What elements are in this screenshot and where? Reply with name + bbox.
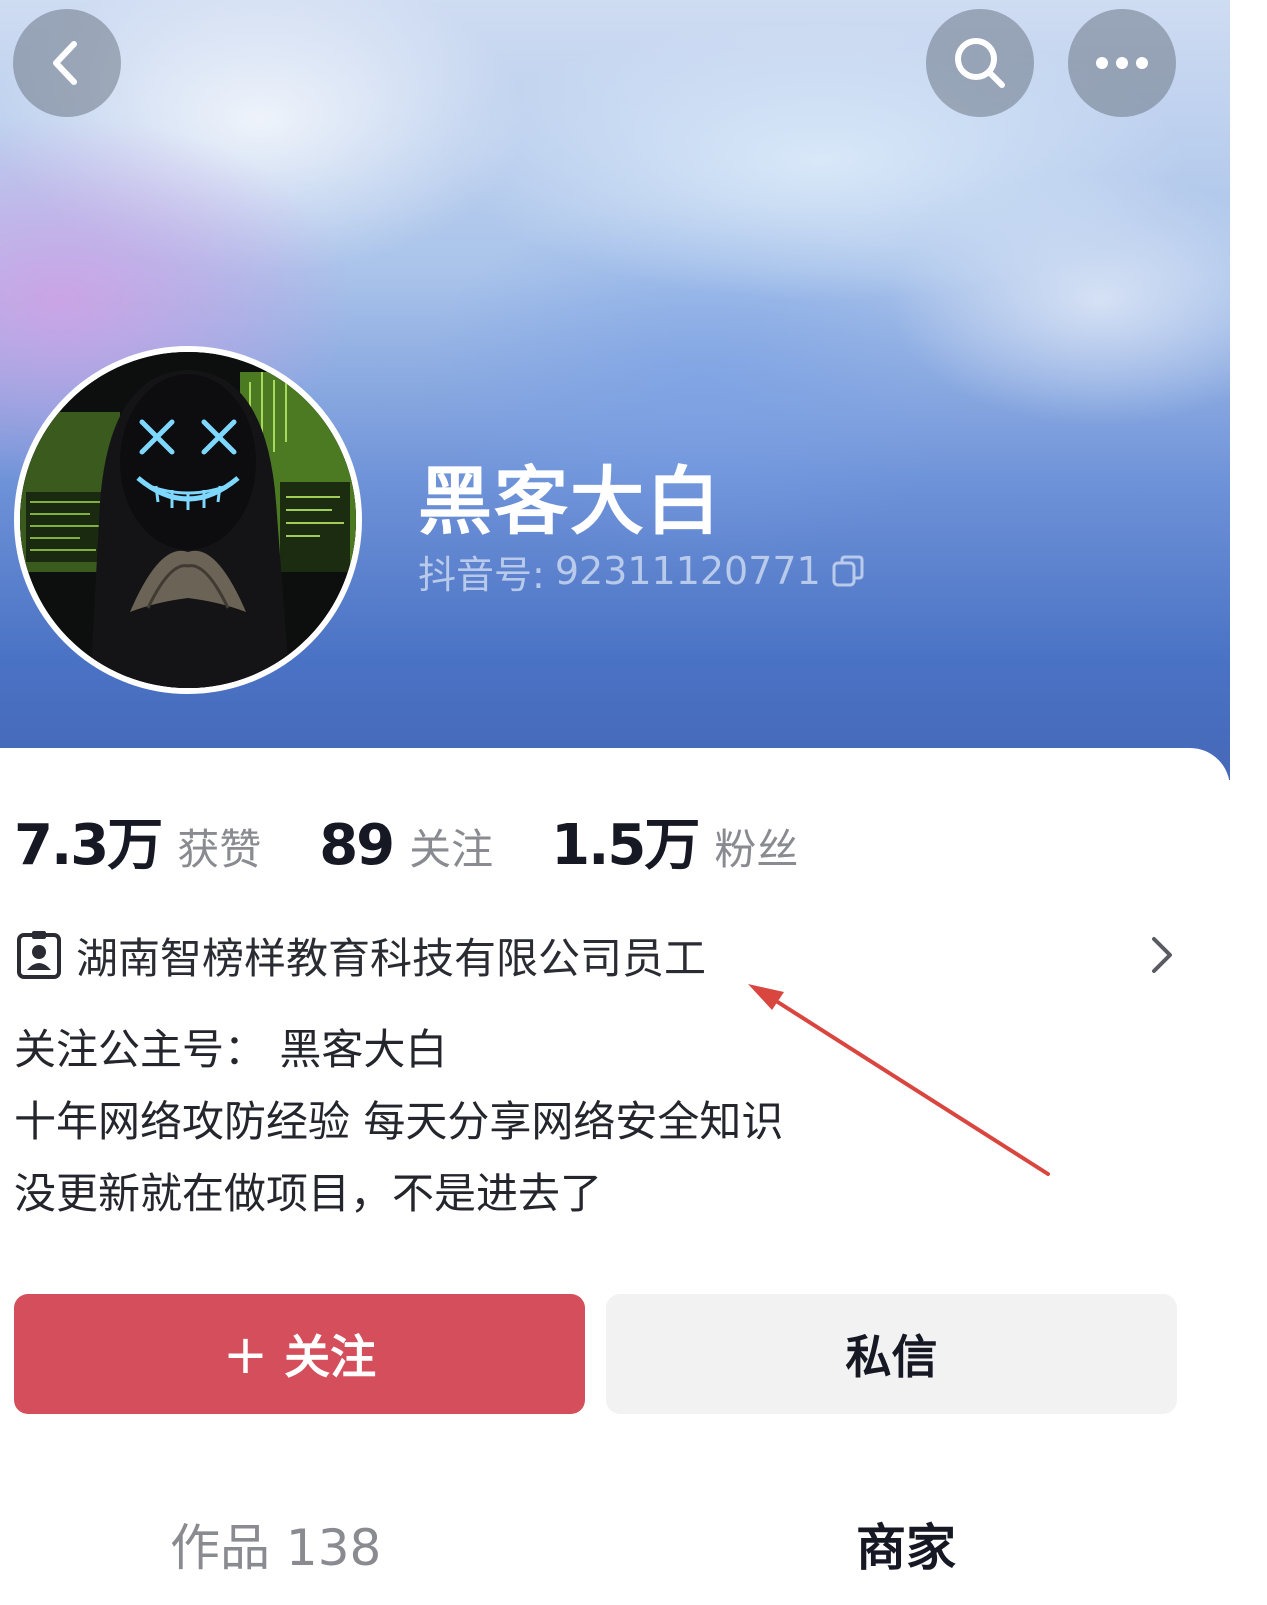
profile-nickname: 黑客大白 [418,459,722,545]
avatar-image [20,352,356,688]
page-edge [1230,0,1267,780]
copy-icon[interactable] [831,554,865,588]
more-icon [1096,57,1148,69]
back-button[interactable] [13,9,121,117]
tab-works[interactable]: 作品 138 [170,1508,381,1578]
douyin-id-label: 抖音号: [418,552,545,597]
followers-label: 粉丝 [714,825,799,874]
search-icon [955,38,1005,88]
back-icon [53,41,77,85]
id-badge-icon [17,931,61,979]
bio-line: 没更新就在做项目，不是进去了 [14,1169,603,1218]
bio-line: 关注公主号： 黑客大白 [14,1025,448,1074]
stats-row: 7.3万 获赞 89 关注 1.5万 粉丝 [14,800,856,878]
avatar[interactable] [14,346,362,694]
tab-merchant[interactable]: 商家 [856,1508,956,1578]
message-label: 私信 [845,1330,938,1384]
douyin-id-value: 92311120771 [554,549,821,593]
plus-icon: + [222,1322,269,1386]
stat-following[interactable]: 89 关注 [319,813,493,878]
search-button[interactable] [926,9,1034,117]
likes-label: 获赞 [177,825,262,874]
follow-label: 关注 [284,1330,377,1384]
more-button[interactable] [1068,9,1176,117]
bio-line: 十年网络攻防经验 每天分享网络安全知识 [14,1097,784,1146]
employer-text: 湖南智榜样教育科技有限公司员工 [76,933,707,983]
following-count: 89 [319,813,395,878]
employer-row[interactable]: 湖南智榜样教育科技有限公司员工 [16,922,1176,988]
message-button[interactable]: 私信 [606,1294,1177,1414]
chevron-right-icon [1152,937,1172,973]
douyin-id-row: 抖音号: 92311120771 [418,546,865,597]
following-label: 关注 [409,825,494,874]
likes-count: 7.3万 [14,813,163,878]
followers-count: 1.5万 [551,813,700,878]
stat-likes[interactable]: 7.3万 获赞 [14,800,261,881]
bio: 关注公主号： 黑客大白 十年网络攻防经验 每天分享网络安全知识 没更新就在做项目… [14,1014,783,1230]
stat-followers[interactable]: 1.5万 粉丝 [551,800,798,881]
follow-button[interactable]: + 关注 [14,1294,585,1414]
